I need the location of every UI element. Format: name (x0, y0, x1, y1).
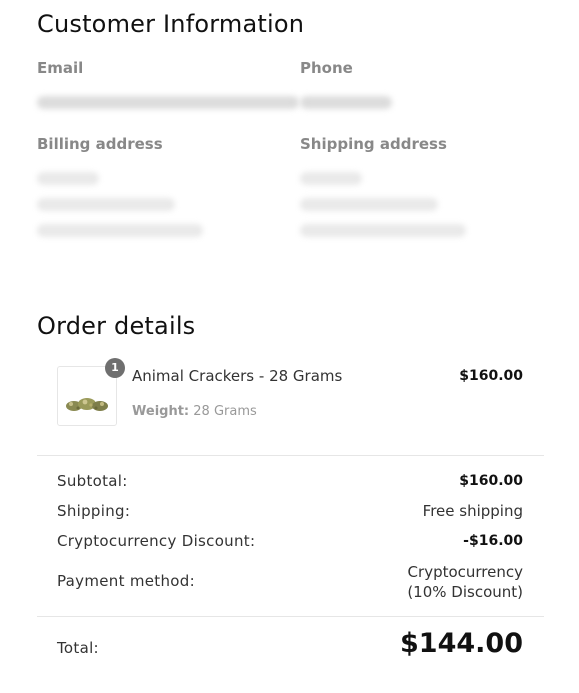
divider-items (37, 455, 544, 456)
shipping-name-redacted (300, 172, 362, 185)
weight-label: Weight: (132, 404, 190, 419)
product-weight: Weight: 28 Grams (132, 404, 257, 419)
billing-city-redacted (37, 224, 203, 237)
billing-name-redacted (37, 172, 99, 185)
discount-label: Cryptocurrency Discount: (57, 532, 256, 550)
shipping-value: Free shipping (422, 502, 523, 520)
customer-info-heading: Customer Information (37, 10, 305, 38)
divider-total (37, 616, 544, 617)
total-label: Total: (57, 639, 99, 657)
phone-label: Phone (300, 59, 353, 77)
payment-method-line2: (10% Discount) (407, 583, 523, 601)
payment-method-value: Cryptocurrency (10% Discount) (407, 562, 523, 602)
billing-street-redacted (37, 198, 175, 211)
billing-address-label: Billing address (37, 135, 163, 153)
shipping-label: Shipping: (57, 502, 131, 520)
email-label: Email (37, 59, 84, 77)
shipping-address-label: Shipping address (300, 135, 447, 153)
product-image (66, 398, 108, 411)
shipping-city-redacted (300, 224, 466, 237)
total-value: $144.00 (400, 628, 523, 659)
email-value-redacted (37, 96, 299, 109)
product-name[interactable]: Animal Crackers - 28 Grams (132, 367, 342, 385)
shipping-street-redacted (300, 198, 438, 211)
product-price: $160.00 (459, 368, 523, 384)
phone-value-redacted (300, 96, 392, 109)
payment-method-line1: Cryptocurrency (407, 563, 523, 581)
subtotal-value: $160.00 (459, 473, 523, 489)
order-details-heading: Order details (37, 312, 196, 340)
weight-value: 28 Grams (193, 404, 257, 419)
discount-value: -$16.00 (463, 533, 523, 549)
quantity-badge: 1 (105, 358, 125, 378)
payment-method-label: Payment method: (57, 572, 195, 590)
subtotal-label: Subtotal: (57, 472, 128, 490)
